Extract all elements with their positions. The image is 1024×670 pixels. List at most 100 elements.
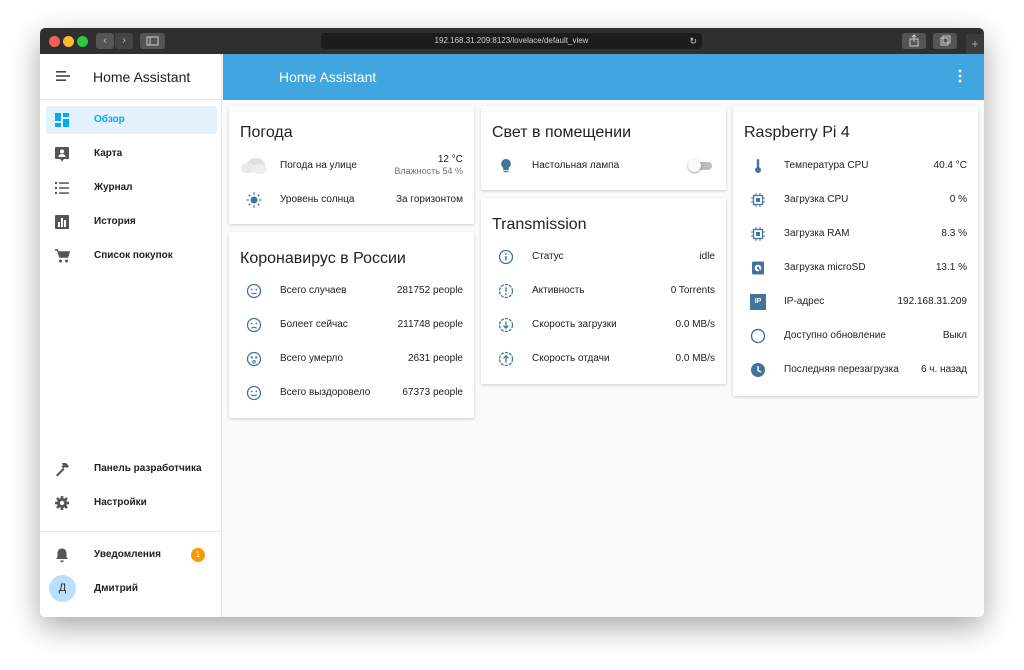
chip-icon [751,193,765,207]
download-speed-row[interactable]: Скорость загрузки 0.0 MB/s [481,308,726,342]
new-tab-button[interactable]: + [966,34,984,54]
info-icon [498,249,514,265]
status-row[interactable]: Статус idle [481,240,726,274]
card-title: Transmission [492,216,587,233]
sidebar-divider [40,531,222,532]
reload-icon[interactable]: ↻ [689,33,697,49]
row-secondary: Влажность 54 % [394,166,463,176]
row-name: Загрузка CPU [784,194,849,205]
sidebar-item-settings[interactable]: Настройки [46,489,217,517]
neutral-face-icon [246,283,262,299]
share-button[interactable] [902,33,926,49]
sun-row[interactable]: Уровень солнца За горизонтом [229,183,474,217]
memory-icon [751,227,765,241]
upload-speed-row[interactable]: Скорость отдачи 0.0 MB/s [481,342,726,376]
row-name: Скорость загрузки [532,319,617,330]
row-value: 281752 people [396,285,463,296]
url-text: 192.168.31.209:8123/lovelace/default_vie… [434,36,589,45]
update-available-row[interactable]: Доступно обновление Выкл [733,319,978,353]
cpu-load-row[interactable]: Загрузка CPU 0 % [733,183,978,217]
row-name: Болеет сейчас [280,319,348,330]
sidebar-item-label: История [94,216,136,227]
maximize-window-button[interactable] [77,36,88,47]
map-account-icon [55,147,69,162]
thermometer-icon [755,159,761,173]
sidebar-item-map[interactable]: Карта [46,140,217,168]
last-reboot-row[interactable]: Последняя перезагрузка 6 ч. назад [733,353,978,387]
dead-face-icon [246,351,262,367]
chevron-right-icon: › [122,35,126,46]
sidebar-item-logbook[interactable]: Журнал [46,174,217,202]
weather-card: Погода Погода на улице 12 °C Влажность 5… [229,106,474,224]
ram-load-row[interactable]: Загрузка RAM 8.3 % [733,217,978,251]
tabs-button[interactable] [933,33,957,49]
back-button[interactable]: ‹ [96,33,114,49]
sidebar-item-shopping-list[interactable]: Список покупок [46,242,217,270]
hammer-icon [56,463,69,477]
row-name: Скорость отдачи [532,353,610,364]
minimize-window-button[interactable] [63,36,74,47]
sidebar-item-notifications[interactable]: Уведомления 1 [46,541,217,569]
sidebar-item-label: Дмитрий [94,583,138,594]
address-bar[interactable]: 192.168.31.209:8123/lovelace/default_vie… [321,33,702,49]
coronavirus-card: Коронавирус в России Всего случаев 28175… [229,232,474,418]
close-window-button[interactable] [49,36,60,47]
deaths-row[interactable]: Всего умерло 2631 people [229,342,474,376]
row-value: 0 Torrents [670,285,715,296]
active-cases-row[interactable]: Болеет сейчас 211748 people [229,308,474,342]
dots-vertical-icon[interactable] [958,68,962,84]
row-name: Погода на улице [280,160,357,171]
sidebar-item-label: Список покупок [94,250,173,261]
sidebar-item-user[interactable]: Д Дмитрий [46,575,217,603]
happy-face-icon [246,385,262,401]
cpu-temperature-row[interactable]: Температура CPU 40.4 °C [733,149,978,183]
row-name: Активность [532,285,585,296]
card-title: Погода [240,124,293,141]
upload-icon [498,351,514,367]
sidebar-item-developer-tools[interactable]: Панель разработчика [46,455,217,483]
page-title: Home Assistant [279,69,377,85]
row-value: 6 ч. назад [920,364,967,375]
tabs-icon [940,35,951,46]
row-value: 211748 people [397,319,463,330]
cart-icon [55,249,70,263]
total-cases-row[interactable]: Всего случаев 281752 people [229,274,474,308]
clock-icon [751,363,765,377]
weather-row[interactable]: Погода на улице 12 °C Влажность 54 % [229,149,474,183]
recovered-row[interactable]: Всего выздоровело 67373 people [229,376,474,410]
app-header: Home Assistant [223,54,984,100]
list-icon [55,182,69,194]
toggle-knob [688,159,701,172]
chevron-left-icon: ‹ [103,35,107,46]
bell-icon [56,548,68,563]
activity-row[interactable]: Активность 0 Torrents [481,274,726,308]
sidebar-toggle-button[interactable] [140,33,165,49]
row-name: Температура CPU [784,160,869,171]
row-value: 13.1 % [935,262,967,273]
cloudy-icon [241,158,267,174]
browser-window: ‹ › 192.168.31.209:8123/lovelace/default… [40,28,984,617]
row-name: Всего умерло [280,353,344,364]
row-name: Загрузка RAM [784,228,850,239]
sidebar-item-label: Уведомления [94,549,161,560]
sidebar-item-overview[interactable]: Обзор [46,106,217,134]
row-name: Доступно обновление [784,330,886,341]
sidebar-item-history[interactable]: История [46,208,217,236]
browser-titlebar: ‹ › 192.168.31.209:8123/lovelace/default… [40,28,984,54]
microsd-load-row[interactable]: Загрузка microSD 13.1 % [733,251,978,285]
ip-address-row[interactable]: IP IP-адрес 192.168.31.209 [733,285,978,319]
row-name: Загрузка microSD [784,262,866,273]
alert-circle-icon [498,283,514,299]
sidebar-item-label: Обзор [94,114,125,125]
menu-collapse-icon[interactable] [56,70,70,82]
row-name: Последняя перезагрузка [784,364,899,375]
row-value: idle [699,251,715,262]
forward-button[interactable]: › [115,33,133,49]
row-name: Всего выздоровело [280,387,371,398]
desk-lamp-toggle[interactable] [688,159,712,172]
lightbulb-icon [501,159,511,173]
desk-lamp-row[interactable]: Настольная лампа [481,149,726,183]
row-value: 192.168.31.209 [897,296,967,307]
download-icon [498,317,514,333]
row-value: 67373 people [402,387,463,398]
